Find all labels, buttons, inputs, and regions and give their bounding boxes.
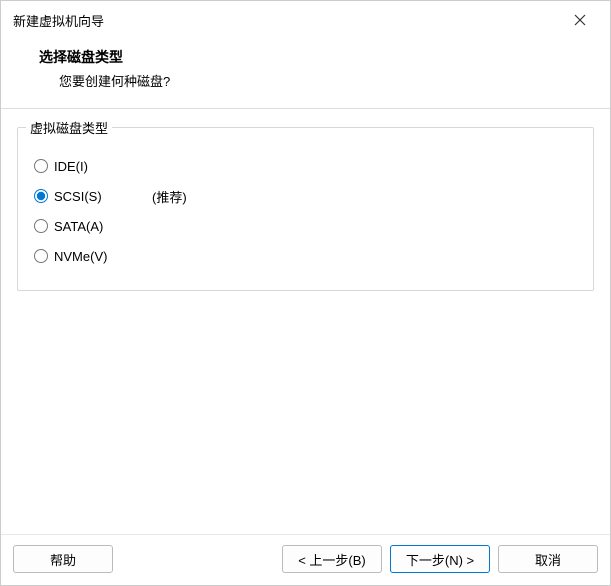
header-section: 选择磁盘类型 您要创建何种磁盘? bbox=[1, 37, 610, 108]
next-button[interactable]: 下一步(N) > bbox=[390, 545, 490, 573]
group-legend: 虚拟磁盘类型 bbox=[26, 118, 112, 137]
close-icon bbox=[574, 14, 586, 26]
wizard-dialog: 新建虚拟机向导 选择磁盘类型 您要创建何种磁盘? 虚拟磁盘类型 IDE(I) S… bbox=[0, 0, 611, 586]
close-button[interactable] bbox=[560, 6, 600, 34]
radio-sata-label[interactable]: SATA(A) bbox=[54, 219, 134, 234]
radio-row-ide: IDE(I) bbox=[34, 154, 577, 178]
radio-sata[interactable] bbox=[34, 219, 48, 233]
footer: 帮助 < 上一步(B) 下一步(N) > 取消 bbox=[1, 534, 610, 585]
radio-scsi-label[interactable]: SCSI(S) bbox=[54, 189, 134, 204]
radio-nvme-label[interactable]: NVMe(V) bbox=[54, 249, 134, 264]
radio-scsi[interactable] bbox=[34, 189, 48, 203]
radio-ide-label[interactable]: IDE(I) bbox=[54, 159, 134, 174]
radio-row-scsi: SCSI(S) (推荐) bbox=[34, 184, 577, 208]
window-title: 新建虚拟机向导 bbox=[13, 11, 104, 30]
help-button[interactable]: 帮助 bbox=[13, 545, 113, 573]
back-button[interactable]: < 上一步(B) bbox=[282, 545, 382, 573]
radio-nvme[interactable] bbox=[34, 249, 48, 263]
disk-type-group: 虚拟磁盘类型 IDE(I) SCSI(S) (推荐) SATA(A) NVMe(… bbox=[17, 127, 594, 291]
page-title: 选择磁盘类型 bbox=[39, 47, 590, 67]
recommended-label: (推荐) bbox=[152, 187, 187, 206]
titlebar: 新建虚拟机向导 bbox=[1, 1, 610, 37]
cancel-button[interactable]: 取消 bbox=[498, 545, 598, 573]
radio-ide[interactable] bbox=[34, 159, 48, 173]
page-subtitle: 您要创建何种磁盘? bbox=[39, 71, 590, 90]
radio-row-nvme: NVMe(V) bbox=[34, 244, 577, 268]
content-area: 虚拟磁盘类型 IDE(I) SCSI(S) (推荐) SATA(A) NVMe(… bbox=[1, 109, 610, 534]
radio-row-sata: SATA(A) bbox=[34, 214, 577, 238]
